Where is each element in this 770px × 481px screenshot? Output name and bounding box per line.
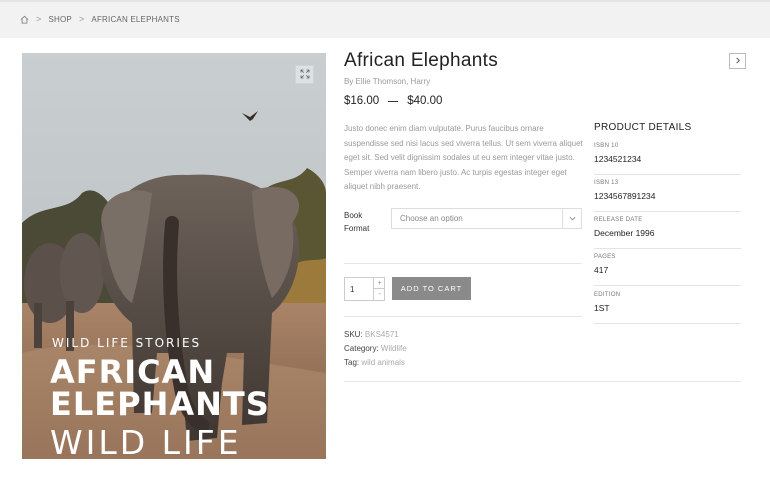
sku-line: SKU: BKS4571 bbox=[344, 330, 399, 339]
detail-label: PAGES bbox=[594, 254, 616, 260]
cover-title-line2: ELEPHANTS bbox=[50, 385, 270, 423]
product-description: Justo donec enim diam vulputate. Purus f… bbox=[344, 124, 583, 192]
breadcrumb-shop-link[interactable]: SHOP bbox=[48, 15, 71, 24]
detail-label: EDITION bbox=[594, 292, 621, 298]
detail-value: 417 bbox=[594, 265, 609, 275]
tag-label: Tag: bbox=[344, 358, 360, 367]
detail-value: 1234567891234 bbox=[594, 191, 656, 201]
detail-row: PAGES 417 bbox=[594, 249, 741, 286]
decrement-button[interactable]: - bbox=[373, 289, 385, 300]
detail-value: December 1996 bbox=[594, 228, 655, 238]
price-separator bbox=[388, 100, 399, 102]
price-max: $40.00 bbox=[407, 95, 443, 107]
category-label: Category: bbox=[344, 344, 379, 353]
product-title: African Elephants bbox=[344, 50, 499, 71]
chevron-right-icon bbox=[735, 57, 741, 66]
chevron-down-icon bbox=[562, 209, 581, 228]
product-details-heading: PRODUCT DETAILS bbox=[594, 122, 692, 133]
divider bbox=[344, 381, 741, 382]
breadcrumb: > SHOP > AFRICAN ELEPHANTS bbox=[20, 14, 180, 24]
detail-value: 1ST bbox=[594, 303, 610, 313]
breadcrumb-separator: > bbox=[78, 14, 85, 24]
expand-icon bbox=[300, 66, 310, 84]
book-format-placeholder: Choose an option bbox=[400, 214, 463, 223]
next-product-button[interactable] bbox=[729, 53, 746, 69]
home-icon[interactable] bbox=[20, 15, 29, 24]
zoom-button[interactable] bbox=[295, 65, 314, 84]
breadcrumb-bar: > SHOP > AFRICAN ELEPHANTS bbox=[0, 0, 770, 38]
divider bbox=[344, 263, 582, 264]
detail-label: ISBN 10 bbox=[594, 143, 619, 149]
quantity-stepper[interactable]: 1 + - bbox=[344, 277, 385, 301]
cover-title-line1: AFRICAN bbox=[50, 353, 216, 391]
detail-row: RELEASE DATE December 1996 bbox=[594, 212, 741, 249]
product-author: By Ellie Thomson, Harry bbox=[344, 77, 431, 86]
quantity-input[interactable]: 1 bbox=[350, 285, 354, 294]
cover-subtitle: WILD LIFE STORIES bbox=[52, 336, 202, 350]
price-range: $16.00 $40.00 bbox=[344, 95, 442, 107]
book-format-select[interactable]: Choose an option bbox=[391, 208, 582, 229]
category-link[interactable]: Wildlife bbox=[381, 344, 407, 353]
sku-value: BKS4571 bbox=[364, 330, 399, 339]
tag-link[interactable]: wild animals bbox=[361, 358, 405, 367]
breadcrumb-current: AFRICAN ELEPHANTS bbox=[91, 14, 180, 24]
increment-button[interactable]: + bbox=[373, 278, 385, 289]
detail-row: ISBN 13 1234567891234 bbox=[594, 175, 741, 212]
detail-row: ISBN 10 1234521234 bbox=[594, 138, 741, 175]
detail-value: 1234521234 bbox=[594, 154, 642, 164]
tag-line: Tag: wild animals bbox=[344, 358, 405, 367]
detail-row: EDITION 1ST bbox=[594, 287, 741, 324]
cover-title-line3: WILD LIFE bbox=[50, 423, 242, 459]
sku-label: SKU: bbox=[344, 330, 363, 339]
breadcrumb-separator: > bbox=[36, 14, 42, 24]
add-to-cart-button[interactable]: ADD TO CART bbox=[392, 277, 471, 300]
category-line: Category: Wildlife bbox=[344, 344, 407, 353]
detail-label: ISBN 13 bbox=[594, 180, 619, 186]
divider bbox=[344, 316, 582, 317]
price-min: $16.00 bbox=[344, 95, 380, 107]
product-image[interactable]: WILD LIFE STORIES AFRICAN ELEPHANTS WILD… bbox=[22, 53, 326, 459]
book-format-label: Book Format bbox=[344, 211, 370, 233]
detail-label: RELEASE DATE bbox=[594, 217, 643, 223]
